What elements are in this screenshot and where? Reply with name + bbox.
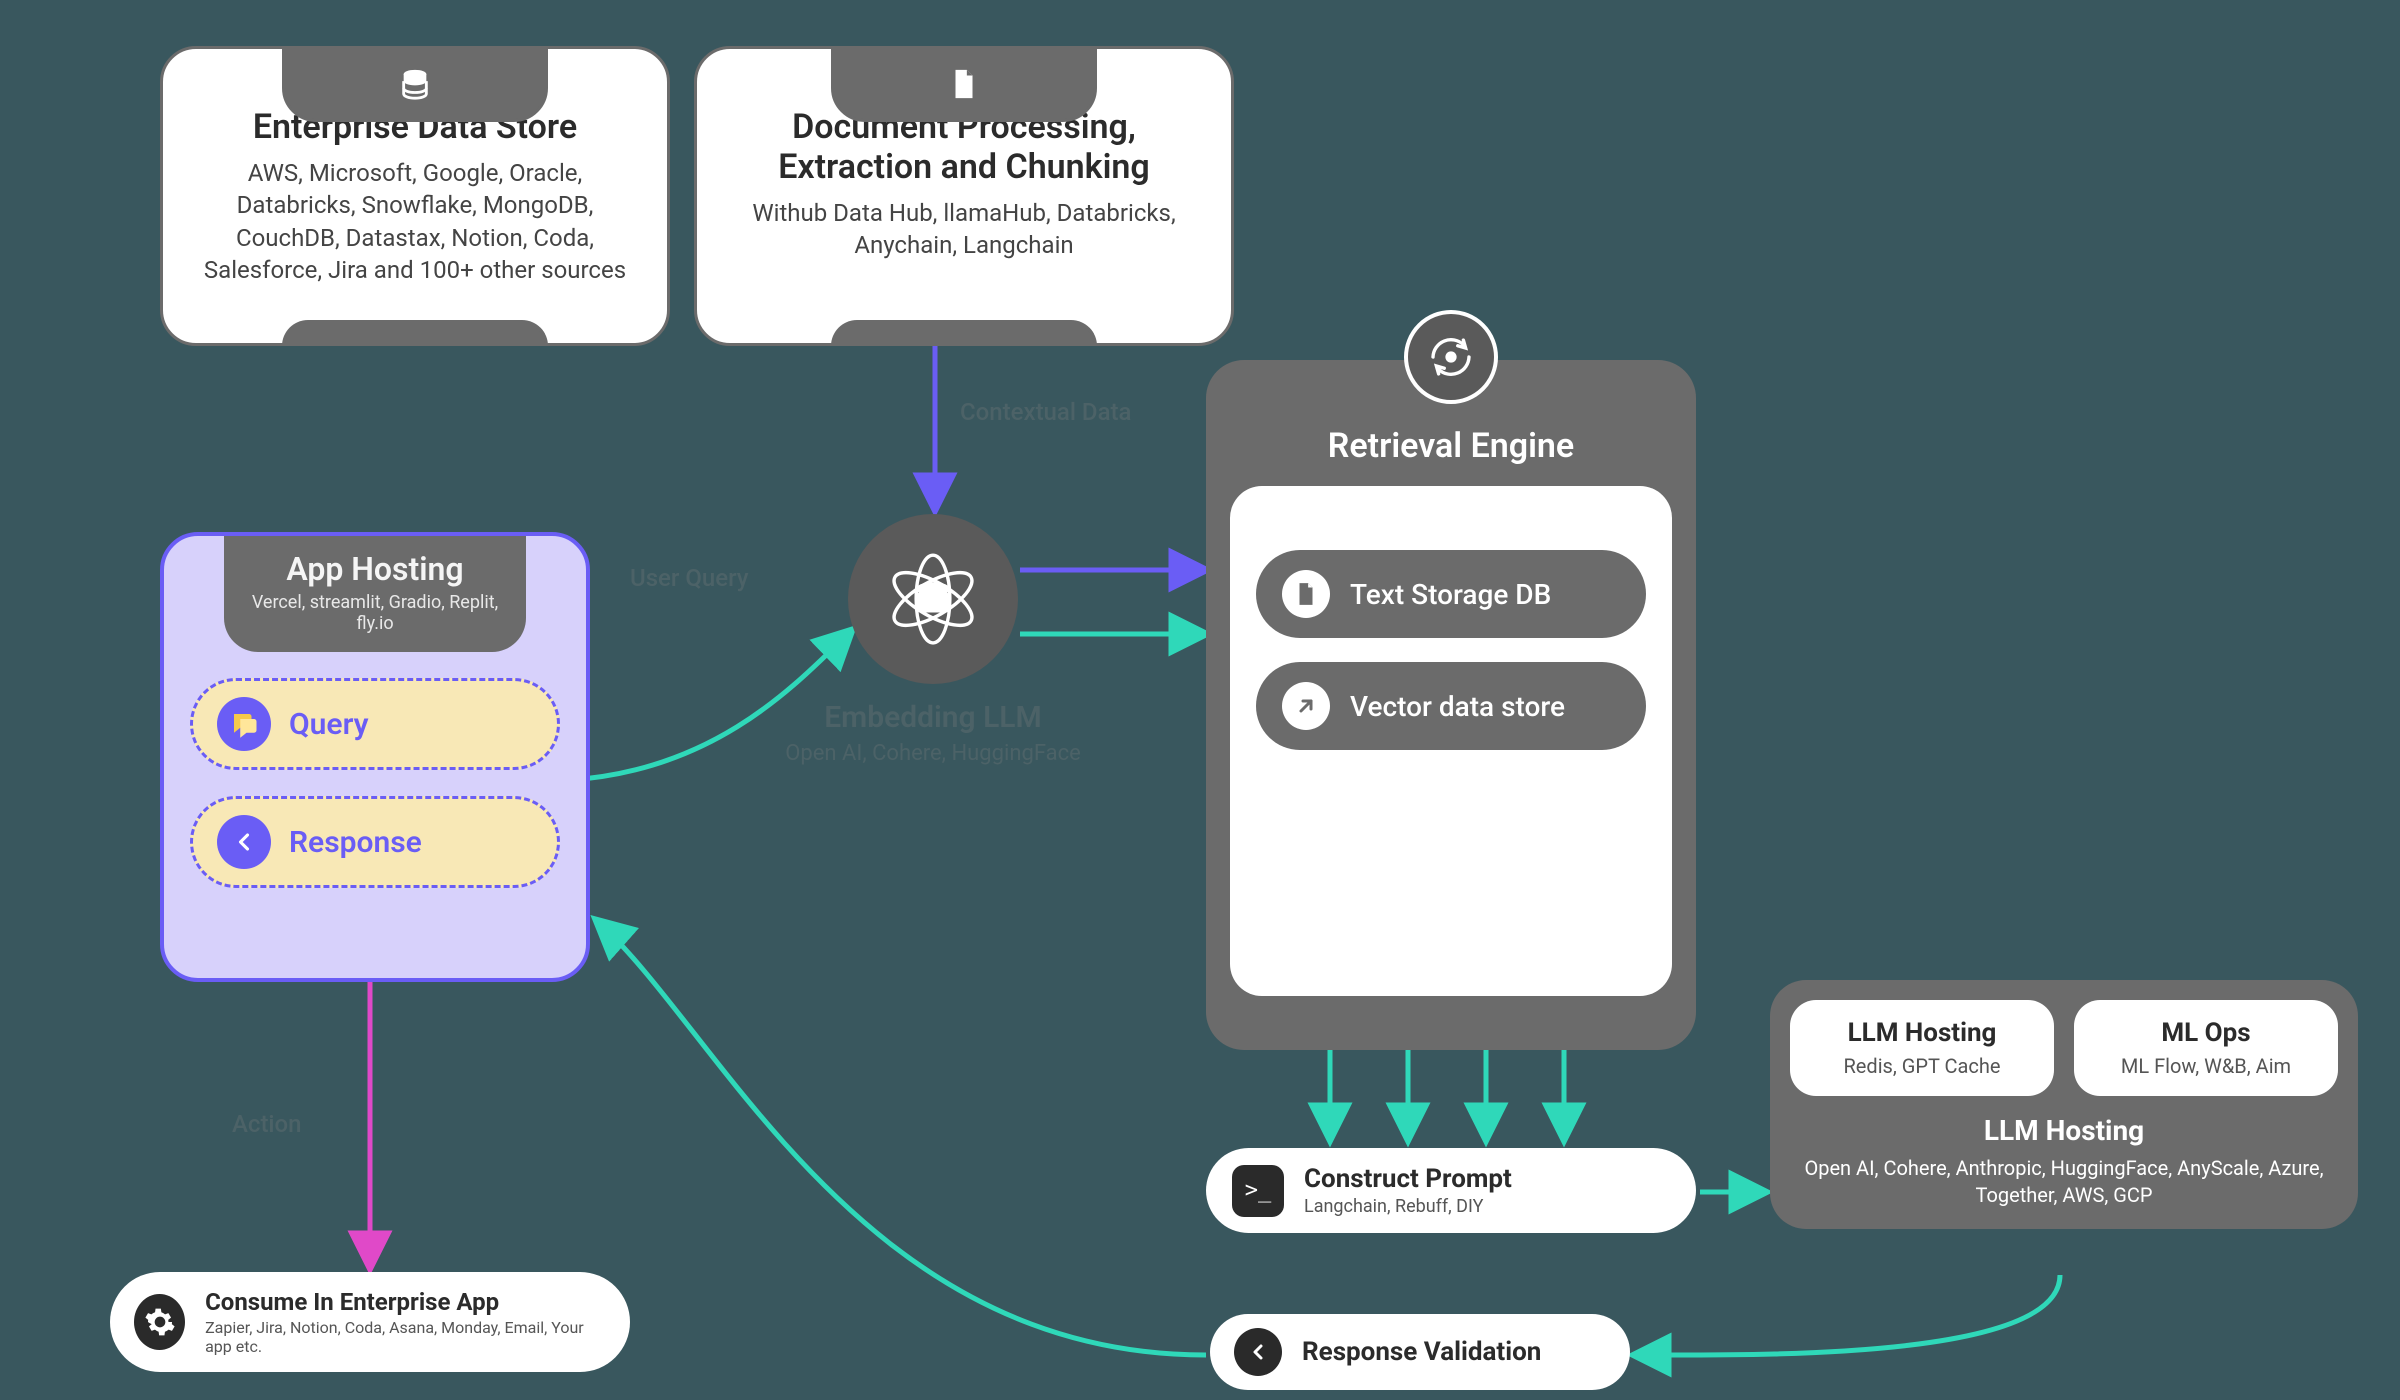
database-stack-icon xyxy=(398,67,432,101)
diagram-canvas: Enterprise Data Store AWS, Microsoft, Go… xyxy=(0,0,2400,1400)
document-processing-card: Document Processing, Extraction and Chun… xyxy=(694,46,1234,346)
text-storage-pill: Text Storage DB xyxy=(1256,550,1646,638)
app-hosting-header: App Hosting Vercel, streamlit, Gradio, R… xyxy=(224,536,526,652)
vector-store-pill: Vector data store xyxy=(1256,662,1646,750)
retrieval-engine-body: Text Storage DB Vector data store xyxy=(1230,486,1672,996)
terminal-icon: >_ xyxy=(1232,1165,1284,1217)
llm-hosting-main-title: LLM Hosting xyxy=(1790,1114,2338,1147)
enterprise-data-store-card: Enterprise Data Store AWS, Microsoft, Go… xyxy=(160,46,670,346)
arrow-left-circle-icon xyxy=(217,815,271,869)
document-processing-tab-bottom xyxy=(831,320,1097,346)
llm-cache-desc: Redis, GPT Cache xyxy=(1806,1054,2038,1078)
enterprise-data-store-tab-bottom xyxy=(282,320,548,346)
retrieval-engine-panel: Retrieval Engine Text Storage DB Vector … xyxy=(1206,360,1696,1050)
retrieval-engine-title: Retrieval Engine xyxy=(1230,426,1672,466)
llm-hosting-panel: LLM Hosting Redis, GPT Cache ML Ops ML F… xyxy=(1770,980,2358,1229)
mlops-title: ML Ops xyxy=(2090,1018,2322,1048)
app-hosting-panel: App Hosting Vercel, streamlit, Gradio, R… xyxy=(160,532,590,982)
edge-label-user-query: User Query xyxy=(630,564,749,592)
document-processing-desc: Withub Data Hub, llamaHub, Databricks, A… xyxy=(731,197,1197,262)
response-validation-label: Response Validation xyxy=(1302,1337,1541,1367)
mlops-desc: ML Flow, W&B, Aim xyxy=(2090,1054,2322,1078)
consume-app-desc: Zapier, Jira, Notion, Coda, Asana, Monda… xyxy=(205,1318,606,1356)
edge-label-action: Action xyxy=(232,1110,302,1138)
gear-icon xyxy=(134,1294,185,1350)
arrow-up-right-icon xyxy=(1282,682,1330,730)
response-validation-pill: Response Validation xyxy=(1210,1314,1630,1390)
text-storage-label: Text Storage DB xyxy=(1350,578,1551,611)
enterprise-data-store-tab xyxy=(282,46,548,122)
construct-prompt-title: Construct Prompt xyxy=(1304,1164,1512,1194)
llm-hosting-main-desc: Open AI, Cohere, Anthropic, HuggingFace,… xyxy=(1790,1155,2338,1209)
consume-app-title: Consume In Enterprise App xyxy=(205,1288,606,1316)
app-hosting-desc: Vercel, streamlit, Gradio, Replit, fly.i… xyxy=(248,592,502,634)
construct-prompt-desc: Langchain, Rebuff, DIY xyxy=(1304,1196,1512,1217)
embedding-desc: Open AI, Cohere, HuggingFace xyxy=(768,741,1098,766)
mlops-card: ML Ops ML Flow, W&B, Aim xyxy=(2074,1000,2338,1096)
chat-icon xyxy=(217,697,271,751)
embedding-title: Embedding LLM xyxy=(768,700,1098,735)
vector-store-label: Vector data store xyxy=(1350,690,1565,723)
app-hosting-title: App Hosting xyxy=(248,550,502,588)
embedding-labels: Embedding LLM Open AI, Cohere, HuggingFa… xyxy=(768,700,1098,766)
response-pill: Response xyxy=(190,796,560,888)
response-label: Response xyxy=(289,825,422,860)
query-label: Query xyxy=(289,707,369,742)
llm-cache-title: LLM Hosting xyxy=(1806,1018,2038,1048)
query-pill: Query xyxy=(190,678,560,770)
document-fill-icon xyxy=(1282,570,1330,618)
embedding-atom-icon xyxy=(879,545,987,653)
document-icon xyxy=(947,67,981,101)
llm-hosting-main: LLM Hosting Open AI, Cohere, Anthropic, … xyxy=(1790,1114,2338,1209)
edge-label-contextual-data: Contextual Data xyxy=(960,398,1131,426)
llm-cache-card: LLM Hosting Redis, GPT Cache xyxy=(1790,1000,2054,1096)
refresh-gear-icon xyxy=(1404,310,1498,404)
construct-prompt-pill: >_ Construct Prompt Langchain, Rebuff, D… xyxy=(1206,1148,1696,1233)
enterprise-data-store-desc: AWS, Microsoft, Google, Oracle, Databric… xyxy=(197,157,633,287)
embedding-node xyxy=(848,514,1018,684)
document-processing-tab xyxy=(831,46,1097,122)
consume-app-pill: Consume In Enterprise App Zapier, Jira, … xyxy=(110,1272,630,1372)
arrow-left-icon xyxy=(1234,1328,1282,1376)
